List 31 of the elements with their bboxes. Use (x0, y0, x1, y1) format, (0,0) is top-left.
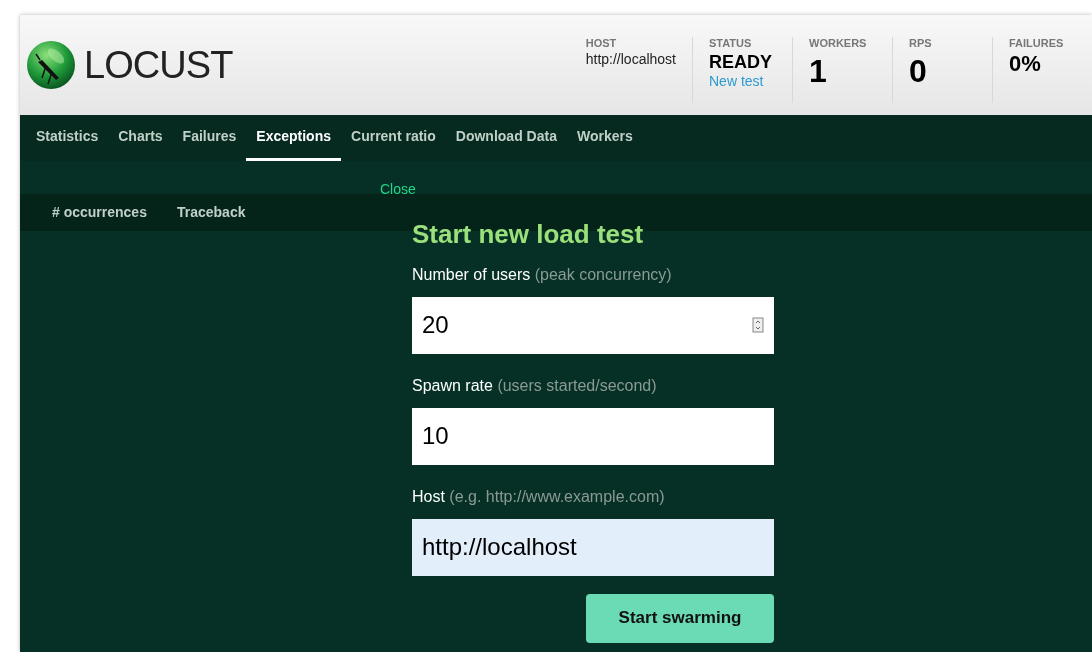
nav-tab[interactable]: Current ratio (341, 115, 446, 161)
column-header: # occurrences (52, 203, 147, 222)
input-field[interactable]: 10 (412, 407, 774, 465)
field-label: Number of users (peak concurrency) (412, 264, 673, 285)
nav-tab[interactable]: Failures (172, 115, 247, 161)
stat-value: READY (709, 50, 773, 74)
stat-label: WORKERS (809, 37, 868, 51)
stat-value: 0% (1009, 52, 1042, 75)
nav-tab[interactable]: Workers (566, 115, 643, 161)
stat-label: FAILURES (1009, 37, 1065, 51)
close-link[interactable]: Close (380, 179, 416, 200)
start-swarming-button[interactable]: Start swarming (586, 593, 774, 643)
nav-tab[interactable]: Statistics (26, 115, 109, 161)
stat-label: STATUS (709, 37, 753, 51)
stat-label: RPS (909, 37, 933, 51)
nav-tab[interactable]: Exceptions (246, 115, 341, 161)
column-header: Traceback (176, 203, 246, 222)
spinner-icon[interactable] (752, 316, 764, 333)
input-field[interactable]: 20 (412, 296, 774, 354)
modal-title: Start new load test (412, 218, 645, 251)
stat-value: 1 (809, 54, 828, 87)
input-field[interactable]: http://localhost (412, 518, 774, 576)
stat-label: HOST (585, 37, 618, 51)
logo-text: LOCUST (84, 42, 233, 88)
field-label: Spawn rate (users started/second) (412, 375, 658, 396)
field-label: Host (e.g. http://www.example.com) (412, 486, 666, 507)
stat-value: http://localhost (585, 50, 676, 69)
locust-logo-icon (26, 40, 76, 90)
stat-value: 0 (909, 54, 928, 87)
nav-tab[interactable]: Download Data (445, 115, 567, 161)
nav-tab[interactable]: Charts (108, 115, 173, 161)
